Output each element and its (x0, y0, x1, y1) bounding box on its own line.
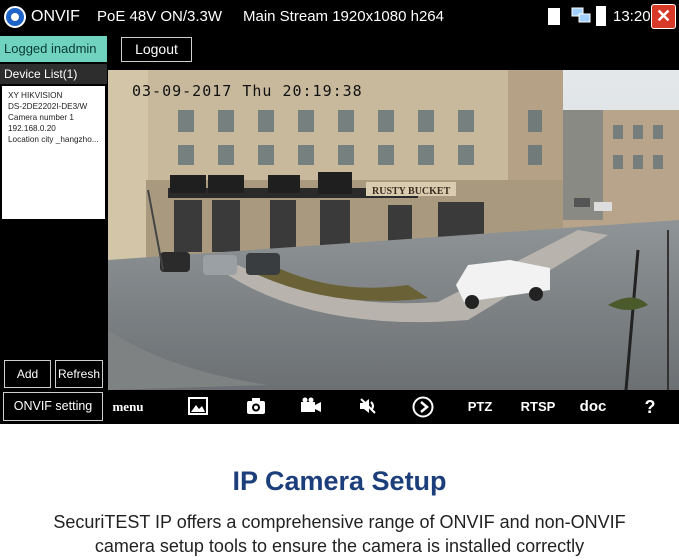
help-button[interactable]: ? (640, 390, 660, 424)
camera-scene: RUSTY BUCKET (108, 70, 679, 390)
stream-info: Main Stream 1920x1080 h264 (243, 8, 444, 25)
section-heading: IP Camera Setup (232, 466, 447, 496)
image-icon (188, 397, 208, 415)
logged-in-status: Logged inadmin (0, 36, 107, 62)
description-line-1: SecuriTEST IP offers a comprehensive ran… (53, 512, 626, 532)
device-location: Location city _hangzho... (8, 135, 99, 144)
device-list-title: Device List(1) (0, 64, 107, 84)
device-camera-number: Camera number 1 (8, 113, 74, 122)
logout-button[interactable]: Logout (121, 37, 192, 62)
camera-icon (247, 398, 265, 414)
tester-screen: ONVIF PoE 48V ON/3.3W Main Stream 1920x1… (0, 0, 679, 424)
doc-button[interactable]: doc (576, 390, 610, 424)
status-bar: ONVIF PoE 48V ON/3.3W Main Stream 1920x1… (0, 0, 679, 34)
audio-button[interactable] (356, 390, 380, 424)
osd-timestamp: 03-09-2017 Thu 20:19:38 (132, 82, 363, 100)
rtsp-button[interactable]: RTSP (518, 390, 558, 424)
poe-status: PoE 48V ON/3.3W (97, 8, 223, 25)
battery-icon (596, 6, 606, 26)
add-button[interactable]: Add (4, 360, 51, 388)
device-model: DS-2DE2202I-DE3/W (8, 102, 88, 111)
play-icon (412, 396, 434, 418)
clock: 13:20 (613, 8, 651, 25)
audio-icon (360, 398, 376, 414)
device-ip: 192.168.0.20 (8, 124, 56, 133)
camera-live-view[interactable]: RUSTY BUCKET 03-09-2017 Thu 20:19:38 (108, 70, 679, 390)
ptz-button[interactable]: PTZ (463, 390, 497, 424)
video-record-icon (301, 397, 321, 412)
device-list-item[interactable]: XY HIKVISION DS-2DE2202I-DE3/W Camera nu… (2, 86, 105, 219)
description-line-2: camera setup tools to ensure the camera … (94, 536, 585, 556)
device-list-panel: Device List(1) XY HIKVISION DS-2DE2202I-… (0, 64, 107, 424)
camera-toolbar: menu PTZ RTSP doc ? (108, 390, 679, 424)
image-button[interactable] (186, 390, 210, 424)
menu-button[interactable]: menu (112, 390, 144, 424)
network-icon (571, 7, 591, 23)
onvif-setting-button[interactable]: ONVIF setting (3, 392, 103, 421)
snapshot-button[interactable] (244, 390, 268, 424)
refresh-button[interactable]: Refresh (55, 360, 103, 388)
record-button[interactable] (298, 390, 324, 424)
onvif-logo-icon (4, 6, 26, 28)
play-button[interactable] (411, 390, 435, 424)
device-vendor: XY HIKVISION (8, 91, 63, 100)
close-button[interactable]: ✕ (651, 4, 676, 29)
restaurant-sign: RUSTY BUCKET (372, 186, 451, 197)
app-name: ONVIF (31, 8, 80, 25)
sd-card-icon (548, 8, 560, 25)
